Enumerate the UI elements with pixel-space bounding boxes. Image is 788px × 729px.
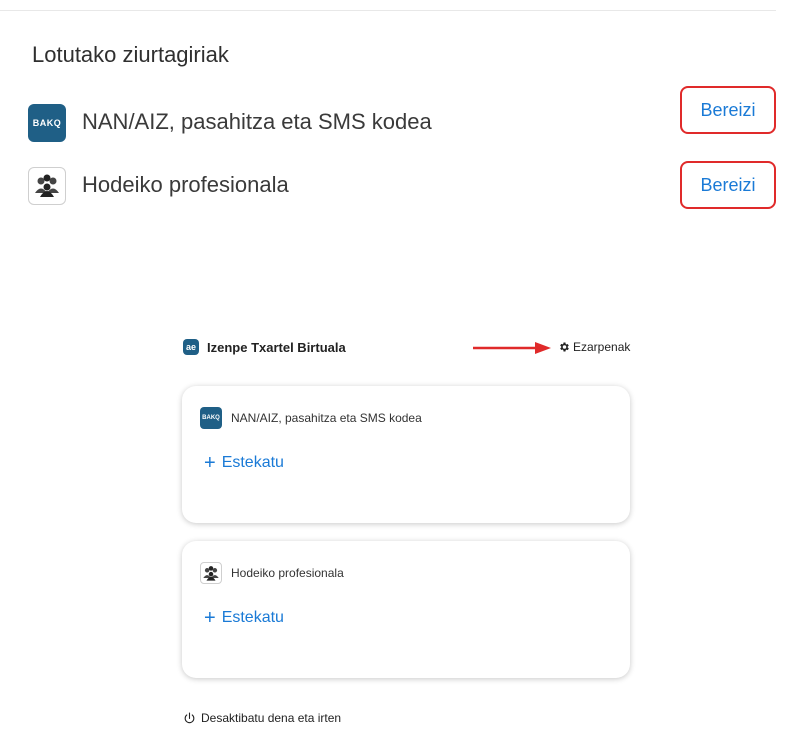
- bakq-icon: BAKQ: [200, 407, 222, 429]
- page: Lotutako ziurtagiriak BAKQ NAN/AIZ, pasa…: [0, 0, 788, 729]
- settings-label: Ezarpenak: [573, 340, 631, 354]
- link-button[interactable]: + Estekatu: [204, 607, 284, 629]
- unlink-button[interactable]: Bereizi: [680, 86, 776, 134]
- link-label: Estekatu: [221, 609, 284, 626]
- logout-label: Desaktibatu dena eta irten: [201, 711, 342, 725]
- section-title: Lotutako ziurtagiriak: [32, 42, 229, 67]
- certificate-label: NAN/AIZ, pasahitza eta SMS kodea: [82, 109, 432, 134]
- plus-icon: +: [204, 607, 216, 629]
- izenpe-logo-icon: ae: [183, 339, 199, 355]
- people-icon: [28, 167, 66, 205]
- people-icon: [200, 562, 222, 584]
- card-label: NAN/AIZ, pasahitza eta SMS kodea: [231, 411, 422, 425]
- bakq-icon: BAKQ: [28, 104, 66, 142]
- top-divider: [0, 10, 776, 11]
- card-header: BAKQ NAN/AIZ, pasahitza eta SMS kodea: [200, 407, 422, 429]
- certificate-row: Hodeiko profesionala Bereizi: [28, 161, 776, 209]
- certificate-row: BAKQ NAN/AIZ, pasahitza eta SMS kodea Be…: [28, 86, 776, 145]
- unlink-button[interactable]: Bereizi: [680, 161, 776, 209]
- plus-icon: +: [204, 452, 216, 474]
- certificate-label: Hodeiko profesionala: [82, 172, 289, 197]
- card-header: Hodeiko profesionala: [200, 562, 344, 584]
- settings-link[interactable]: Ezarpenak: [558, 340, 630, 354]
- app-header: ae Izenpe Txartel Birtuala Ezarpenak: [183, 338, 643, 358]
- logout-link[interactable]: Desaktibatu dena eta irten: [183, 711, 341, 725]
- certificate-card: Hodeiko profesionala + Estekatu: [182, 541, 630, 678]
- gear-icon: [560, 342, 569, 352]
- link-button[interactable]: + Estekatu: [204, 452, 284, 474]
- certificate-card: BAKQ NAN/AIZ, pasahitza eta SMS kodea + …: [182, 386, 630, 523]
- card-label: Hodeiko profesionala: [231, 566, 344, 580]
- app-title: Izenpe Txartel Birtuala: [207, 340, 346, 355]
- red-arrow-icon: [473, 342, 551, 354]
- link-label: Estekatu: [221, 454, 284, 471]
- power-icon: [184, 712, 195, 723]
